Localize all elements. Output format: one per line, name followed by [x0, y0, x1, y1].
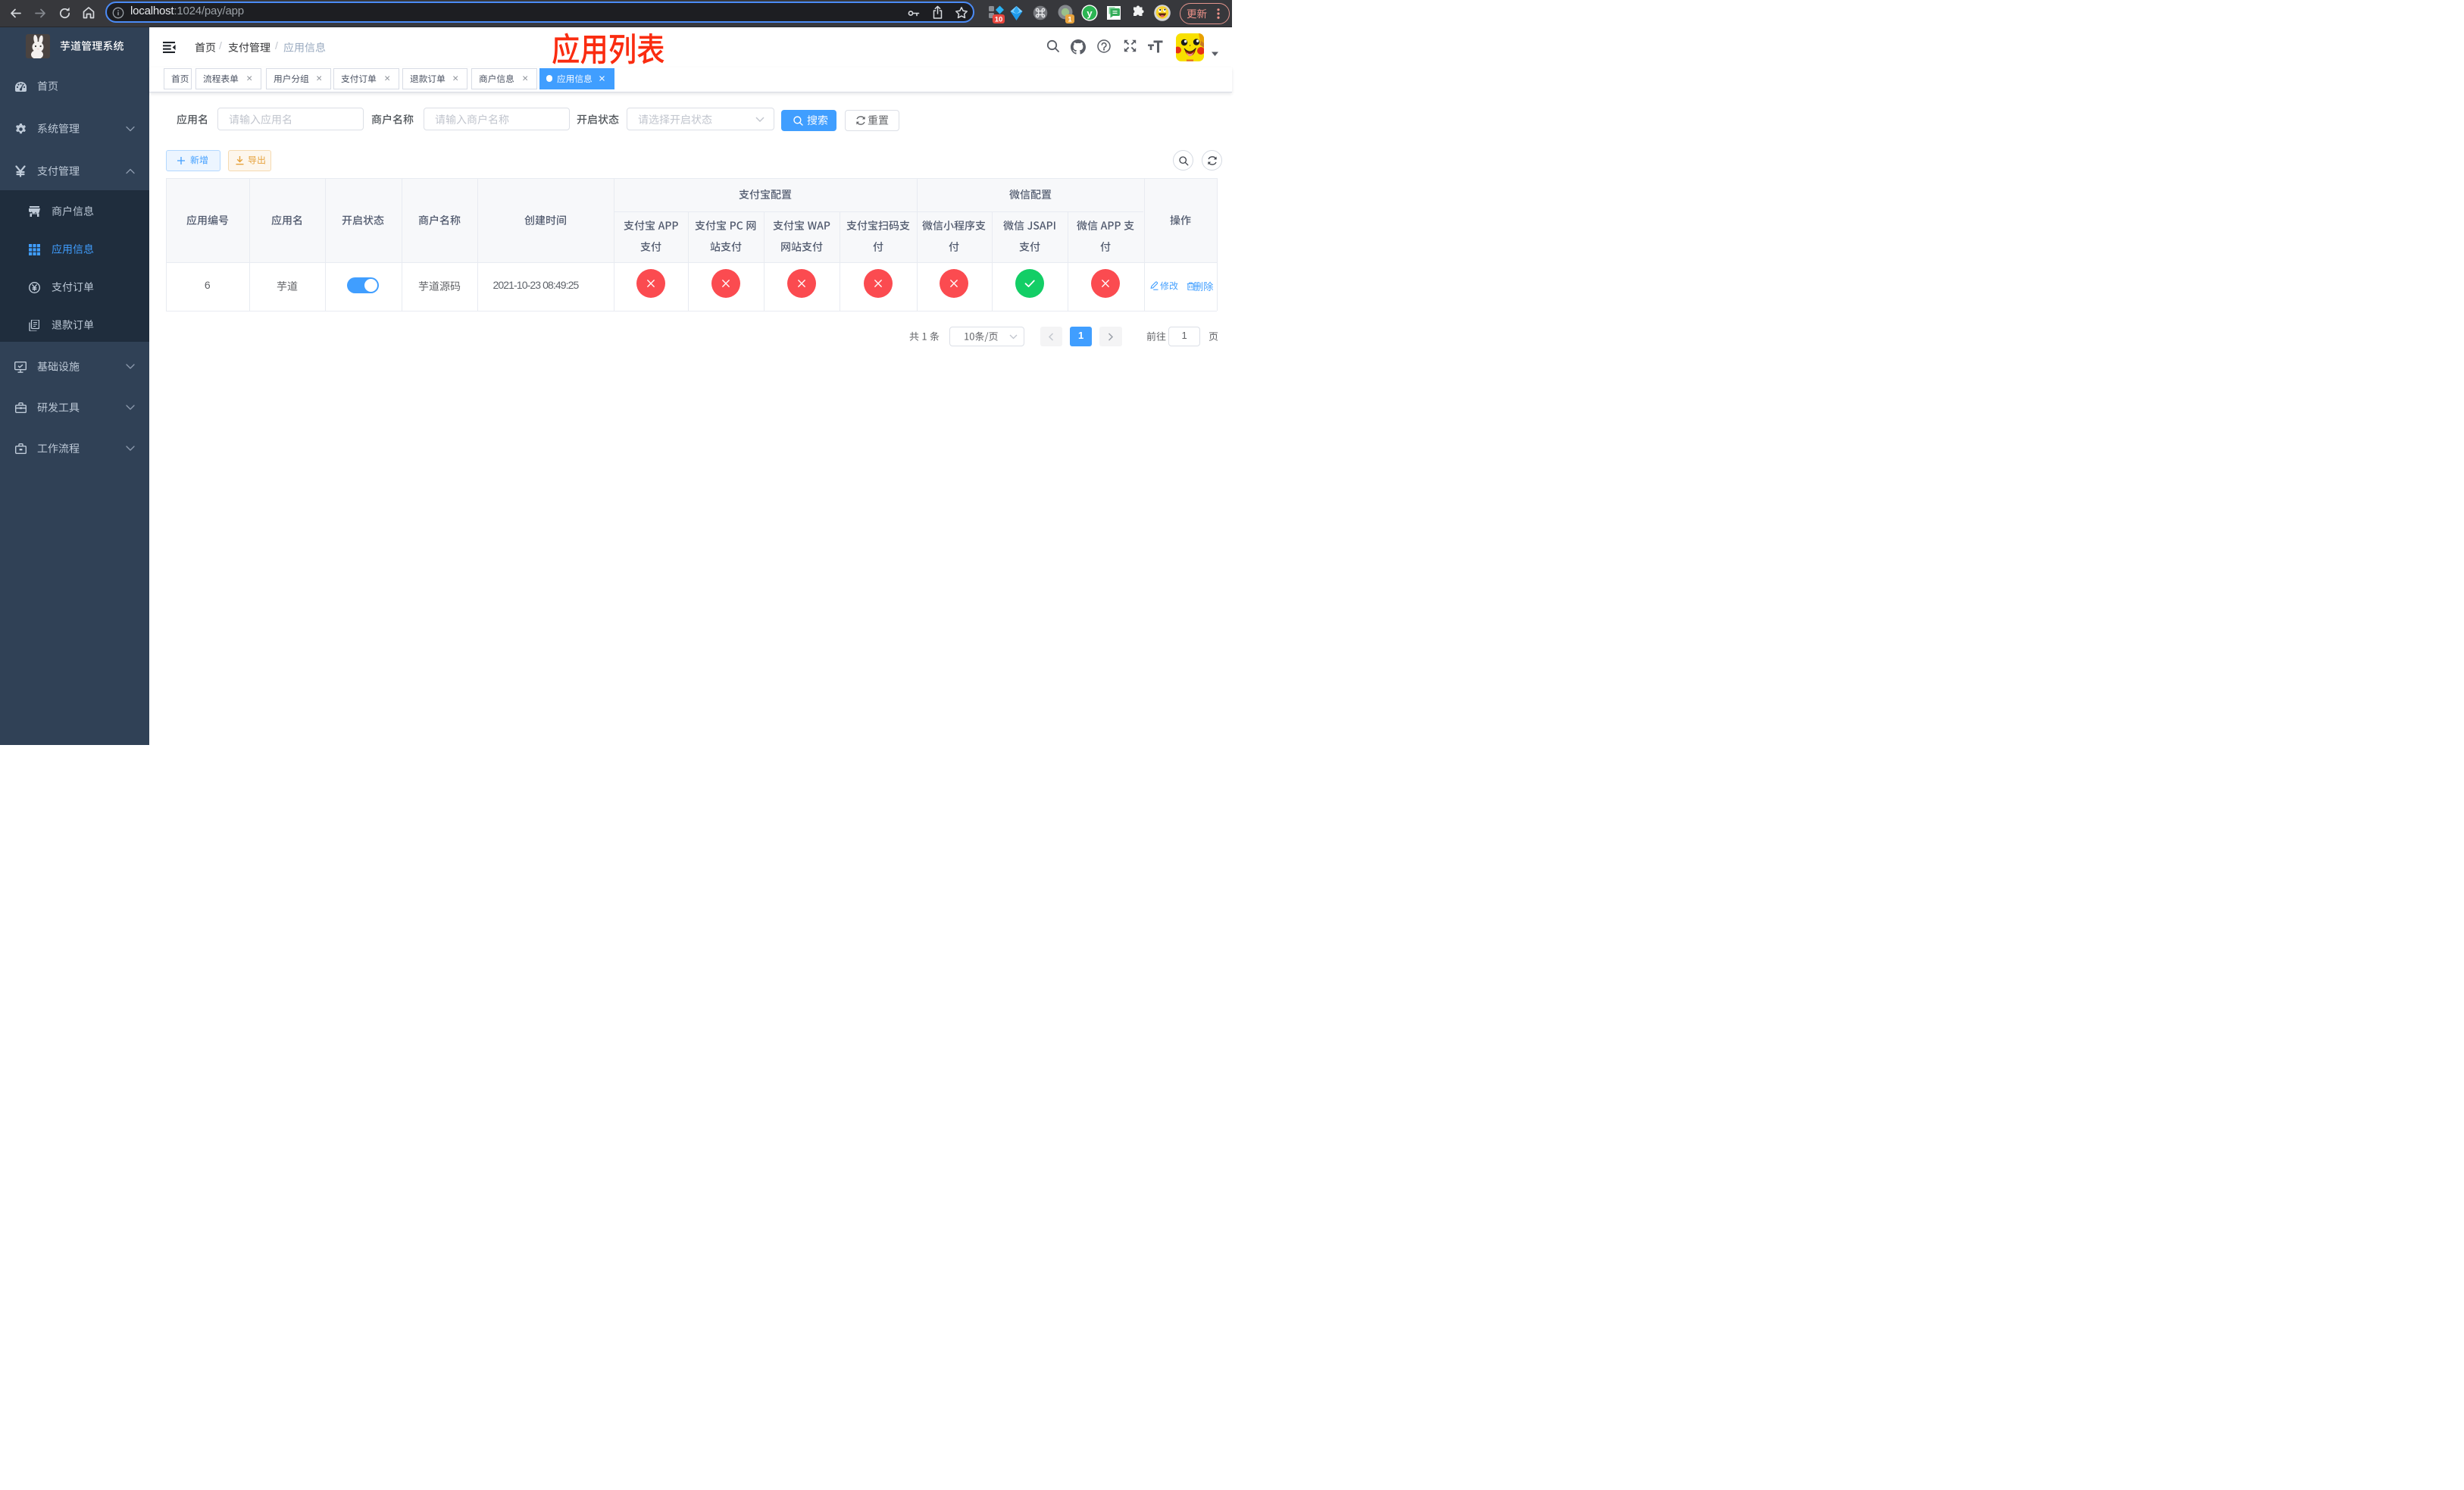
svg-text:1: 1 — [1068, 16, 1072, 23]
svg-text:y: y — [1087, 8, 1093, 19]
svg-text:10: 10 — [995, 15, 1003, 23]
